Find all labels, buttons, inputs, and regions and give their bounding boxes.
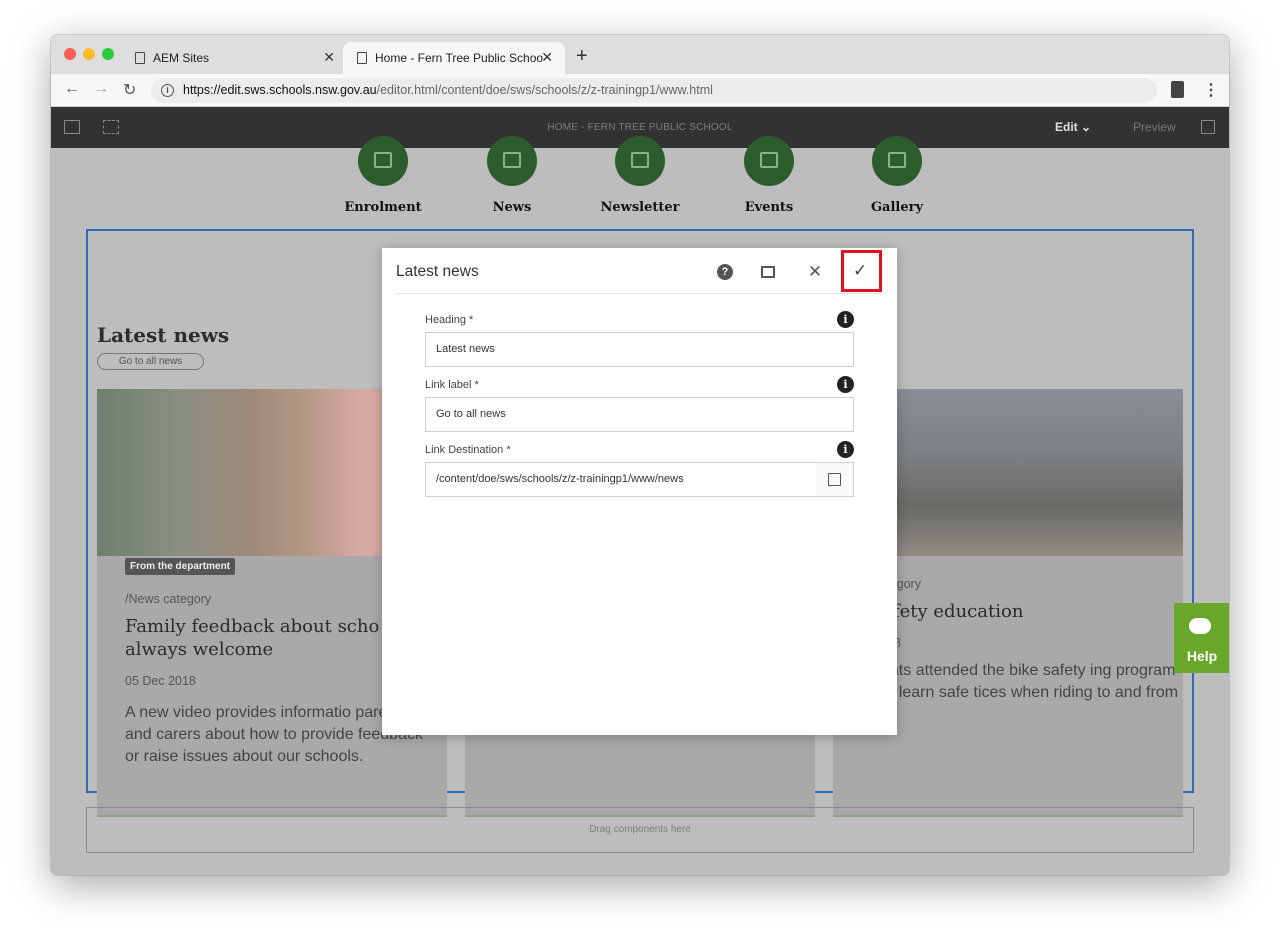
category-badge: From the department <box>125 558 236 575</box>
maximize-window-button[interactable] <box>102 48 114 60</box>
page-title: HOME - FERN TREE PUBLIC SCHOOL <box>547 122 733 133</box>
forward-arrow-icon[interactable]: → <box>93 80 109 98</box>
done-button[interactable]: ✓ <box>841 250 882 292</box>
info-icon[interactable]: i <box>837 376 854 393</box>
quicklink-news-icon[interactable] <box>487 136 537 186</box>
news-title[interactable]: safety education <box>873 600 1193 623</box>
url-path: /editor.html/content/doe/sws/schools/z/z… <box>376 83 713 97</box>
quicklink-label[interactable]: Enrolment <box>323 200 443 215</box>
quicklink-events-icon[interactable] <box>744 136 794 186</box>
tab-label: AEM Sites <box>153 51 210 65</box>
link-destination-input[interactable]: /content/doe/sws/schools/z/z-trainingp1/… <box>425 462 817 497</box>
quicklink-newsletter-icon[interactable] <box>615 136 665 186</box>
news-category: /News category <box>125 592 212 606</box>
heading-field-label: Heading * <box>425 314 474 326</box>
mode-label: Edit <box>1055 120 1078 134</box>
newsletter-icon <box>631 152 649 168</box>
info-icon[interactable]: i <box>837 311 854 328</box>
info-icon[interactable]: i <box>161 84 174 97</box>
drop-zone[interactable]: Drag components here <box>86 807 1194 853</box>
preview-button[interactable]: Preview <box>1133 120 1176 134</box>
news-date: 05 Dec 2018 <box>125 674 196 688</box>
go-to-all-news-link[interactable]: Go to all news <box>97 353 204 370</box>
quicklink-label[interactable]: Events <box>709 200 829 215</box>
section-heading: Latest news <box>97 323 230 347</box>
news-icon <box>503 152 521 168</box>
dialog-title: Latest news <box>396 263 479 280</box>
fullscreen-icon[interactable] <box>761 266 775 278</box>
close-icon[interactable]: ✕ <box>804 261 826 283</box>
url-field[interactable]: i https://edit.sws.schools.nsw.gov.au/ed… <box>151 78 1157 103</box>
heading-input[interactable]: Latest news <box>425 332 854 367</box>
document-icon <box>135 52 145 64</box>
link-label-input[interactable]: Go to all news <box>425 397 854 432</box>
calendar-icon <box>760 152 778 168</box>
mode-dropdown[interactable]: Edit ⌄ <box>1055 120 1091 134</box>
browser-menu-icon[interactable]: ⋮ <box>1203 80 1219 100</box>
link-label-field-label: Link label * <box>425 379 479 391</box>
document-icon <box>357 52 367 64</box>
close-window-button[interactable] <box>64 48 76 60</box>
checkbox-icon <box>828 473 841 486</box>
address-bar-row: ← → ↻ i https://edit.sws.schools.nsw.gov… <box>51 74 1229 107</box>
new-tab-button[interactable]: + <box>576 46 588 66</box>
checkmark-icon: ✓ <box>853 261 868 280</box>
quicklink-label[interactable]: News <box>452 200 572 215</box>
link-destination-field-label: Link Destination * <box>425 444 511 456</box>
url-host: https://edit.sws.schools.nsw.gov.au <box>183 83 377 97</box>
annotations-icon[interactable] <box>1201 120 1215 134</box>
pencil-icon <box>374 152 392 168</box>
help-label: Help <box>1186 648 1218 664</box>
chevron-down-icon: ⌄ <box>1081 120 1092 134</box>
help-icon[interactable]: ? <box>717 264 733 280</box>
page-canvas: Enrolment News Newsletter Events Gallery… <box>51 136 1229 875</box>
quicklink-label[interactable]: Newsletter <box>580 200 700 215</box>
tab-home-fern-tree[interactable]: Home - Fern Tree Public Schoo ✕ <box>343 42 565 74</box>
tab-aem-sites[interactable]: AEM Sites ✕ <box>121 42 347 74</box>
back-arrow-icon[interactable]: ← <box>64 80 80 98</box>
clipboard-extension-icon[interactable] <box>1171 81 1184 98</box>
gallery-icon <box>888 152 906 168</box>
tab-label: Home - Fern Tree Public Schoo <box>375 51 544 65</box>
path-picker-button[interactable] <box>816 462 854 497</box>
quicklink-gallery-icon[interactable] <box>872 136 922 186</box>
close-tab-icon[interactable]: ✕ <box>541 49 553 66</box>
help-tab[interactable]: Help <box>1174 603 1229 673</box>
reload-icon[interactable]: ↻ <box>123 80 136 100</box>
news-description: A new video provides informatio parents … <box>125 704 423 765</box>
dialog-divider <box>396 293 882 294</box>
news-description: ents attended the bike safety ing progra… <box>881 662 1179 723</box>
quicklink-enrolment-icon[interactable] <box>358 136 408 186</box>
edit-dialog: Latest news ? ✕ ✓ Heading * i Latest new… <box>382 248 897 735</box>
minimize-window-button[interactable] <box>83 48 95 60</box>
chat-bubble-icon <box>1189 618 1211 634</box>
quicklink-label[interactable]: Gallery <box>837 200 957 215</box>
tab-strip: AEM Sites ✕ Home - Fern Tree Public Scho… <box>51 35 1229 74</box>
browser-window: AEM Sites ✕ Home - Fern Tree Public Scho… <box>51 35 1229 875</box>
info-icon[interactable]: i <box>837 441 854 458</box>
close-tab-icon[interactable]: ✕ <box>323 49 335 66</box>
